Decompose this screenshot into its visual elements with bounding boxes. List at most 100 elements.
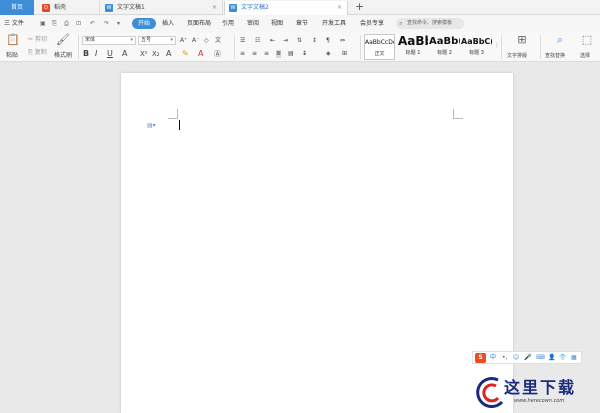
style-heading-2[interactable]: AaBb( 标题 2: [429, 34, 460, 60]
paste-button[interactable]: 粘贴: [6, 52, 18, 60]
file-menu-button[interactable]: 三 文件: [4, 18, 24, 29]
divider: [501, 35, 502, 59]
distribute-icon[interactable]: ▤: [288, 50, 294, 58]
command-search[interactable]: ⌕ 查找命令、搜索模板: [396, 18, 464, 29]
copy-label: 复制: [34, 49, 47, 56]
find-replace-button[interactable]: 查找替换: [545, 52, 565, 60]
copy-button[interactable]: ⎘ 复制: [28, 49, 47, 57]
cut-button[interactable]: ✂ 剪切: [28, 36, 47, 44]
increase-indent-icon[interactable]: ⇥: [283, 37, 288, 45]
ime-toolbar: S 中 •, ☺ 🎤 ⌨ 👤 👕 ▦: [472, 351, 582, 364]
sogou-logo-icon[interactable]: S: [475, 353, 486, 363]
menu-section[interactable]: 章节: [296, 18, 308, 29]
tab-daoke[interactable]: D 稻壳: [38, 1, 100, 15]
chevron-down-icon[interactable]: ▾: [117, 19, 120, 28]
tab-daoke-label: 稻壳: [54, 4, 67, 11]
superscript-button[interactable]: X²: [140, 50, 148, 58]
sort-icon[interactable]: ↕: [312, 37, 317, 45]
style-heading-1[interactable]: AaBb 标题 1: [398, 34, 428, 60]
line-spacing-icon[interactable]: ↨: [302, 50, 307, 58]
chinese-layout-icon[interactable]: ⇅: [297, 37, 302, 45]
writer-doc-icon: W: [229, 4, 237, 12]
numbered-list-icon[interactable]: ☷: [255, 37, 260, 45]
ime-lang-toggle[interactable]: 中: [490, 353, 496, 363]
site-watermark: 这里下载 www.herecown.com: [474, 372, 600, 413]
text-layout-button[interactable]: 文字排版: [507, 52, 527, 60]
menu-start[interactable]: 开始: [132, 18, 157, 29]
clear-format-icon[interactable]: ◇: [204, 37, 209, 45]
paragraph-layout-icon[interactable]: ▤▾: [147, 122, 156, 129]
style-preview: AaBb(: [429, 36, 460, 47]
tab-home[interactable]: 首页: [0, 0, 34, 15]
styles-expand-icon[interactable]: ⋮: [494, 42, 500, 50]
font-size-select[interactable]: 五号 ▾: [138, 36, 176, 45]
italic-button[interactable]: I: [95, 50, 97, 58]
strikethrough-button[interactable]: A: [122, 50, 127, 58]
print-icon[interactable]: ⎙: [64, 19, 69, 28]
menu-developer[interactable]: 开发工具: [322, 18, 346, 29]
paste-icon[interactable]: 📋: [6, 34, 20, 46]
shrink-font-icon[interactable]: A⁻: [192, 37, 199, 45]
font-name-select[interactable]: 宋体 ▾: [82, 36, 136, 45]
style-heading-3[interactable]: AaBbC( 标题 3: [461, 34, 492, 60]
punctuation-icon[interactable]: •,: [502, 353, 507, 363]
tab-bar: 首页 D 稻壳 W 文字文稿1 × W 文字文稿2 × +: [0, 0, 600, 15]
redo-icon[interactable]: ↷: [104, 19, 109, 28]
tab-doc2[interactable]: W 文字文稿2 ×: [224, 1, 348, 15]
subscript-button[interactable]: X₂: [152, 50, 160, 58]
grow-font-icon[interactable]: A⁺: [180, 37, 187, 45]
menu-member[interactable]: 会员专享: [360, 18, 384, 29]
text-layout-icon[interactable]: ⊞: [514, 34, 530, 46]
char-border-icon[interactable]: Ⓐ: [214, 50, 221, 58]
divider: [360, 35, 361, 59]
bullet-list-icon[interactable]: ☰: [240, 37, 245, 45]
menu-references[interactable]: 引用: [222, 18, 234, 29]
font-color-icon[interactable]: A: [198, 50, 203, 58]
align-left-icon[interactable]: ≡: [240, 50, 245, 58]
justify-icon[interactable]: ≣: [276, 50, 282, 58]
bold-button[interactable]: B: [83, 50, 89, 58]
select-icon[interactable]: ⬚: [580, 34, 594, 46]
align-center-icon[interactable]: ≡: [252, 50, 257, 58]
underline-button[interactable]: U: [107, 50, 113, 58]
align-right-icon[interactable]: ≡: [264, 50, 269, 58]
save-icon[interactable]: ▣: [40, 19, 46, 28]
show-marks-icon[interactable]: ¶: [326, 37, 330, 45]
divider: [540, 35, 541, 59]
export-pdf-icon[interactable]: ⎘: [52, 19, 57, 28]
microphone-icon[interactable]: 🎤: [524, 353, 531, 363]
close-icon[interactable]: ×: [337, 1, 342, 14]
new-tab-button[interactable]: +: [355, 0, 364, 14]
select-button[interactable]: 选择: [580, 52, 590, 60]
font-effect-button[interactable]: A: [166, 50, 171, 58]
print-preview-icon[interactable]: ⊡: [76, 19, 81, 28]
style-normal[interactable]: AaBbCcDd 正文: [364, 34, 395, 60]
border-icon[interactable]: ⊞: [342, 50, 347, 58]
daoke-icon: D: [42, 4, 50, 12]
format-painter-button[interactable]: 格式刷: [54, 52, 72, 60]
emoji-icon[interactable]: ☺: [513, 353, 519, 363]
toolbox-icon[interactable]: ▦: [571, 353, 577, 363]
menu-review[interactable]: 审阅: [247, 18, 259, 29]
user-icon[interactable]: 👤: [548, 353, 555, 363]
search-icon: ⌕: [399, 20, 403, 27]
menu-page-layout[interactable]: 页面布局: [187, 18, 211, 29]
menu-view[interactable]: 视图: [271, 18, 283, 29]
find-icon[interactable]: ⌕: [553, 34, 567, 46]
menu-bar: 三 文件 ▣ ⎘ ⎙ ⊡ ↶ ↷ ▾ 开始 插入 页面布局 引用 审阅 视图 章…: [0, 15, 600, 32]
shading-icon[interactable]: ◈: [326, 50, 331, 58]
font-size-value: 五号: [141, 37, 152, 43]
keyboard-icon[interactable]: ⌨: [536, 353, 545, 363]
phonetic-icon[interactable]: 文: [215, 37, 221, 45]
close-icon[interactable]: ×: [212, 1, 217, 14]
tab-doc1[interactable]: W 文字文稿1 ×: [101, 1, 223, 15]
skin-icon[interactable]: 👕: [559, 353, 566, 363]
highlight-icon[interactable]: ✎: [182, 50, 189, 58]
undo-icon[interactable]: ↶: [90, 19, 95, 28]
font-name-value: 宋体: [85, 37, 96, 43]
decrease-indent-icon[interactable]: ⇤: [270, 37, 275, 45]
menu-insert[interactable]: 插入: [162, 18, 174, 29]
watermark-url: www.herecown.com: [514, 398, 565, 404]
format-painter-icon[interactable]: 🖌: [56, 34, 70, 46]
tab-icon[interactable]: ⇔: [340, 37, 345, 45]
